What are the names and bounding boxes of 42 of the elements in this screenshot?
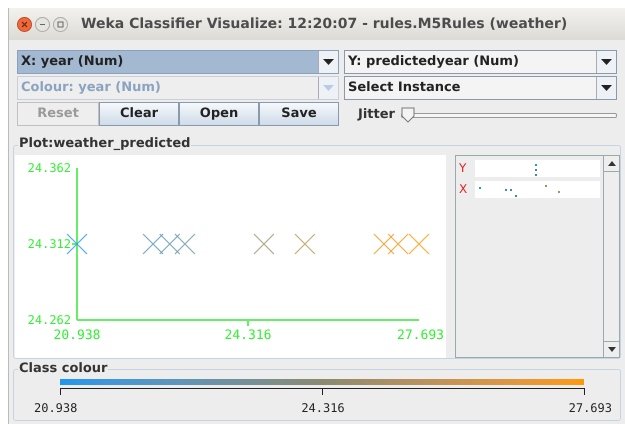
scrollbar[interactable] bbox=[603, 156, 619, 357]
toolbar-button[interactable]: Save bbox=[259, 102, 339, 126]
y-tick-label: 24.312 bbox=[28, 237, 71, 251]
scale-label: 20.938 bbox=[34, 400, 78, 417]
cross-marker bbox=[253, 233, 275, 255]
toolbar-button[interactable]: Open bbox=[179, 102, 259, 126]
x-tick-label: 24.316 bbox=[224, 328, 272, 343]
cross-marker bbox=[174, 233, 196, 255]
minimize-icon[interactable] bbox=[35, 16, 50, 32]
x-tick-label: 20.938 bbox=[54, 328, 100, 343]
dropdown[interactable]: Select Instance bbox=[344, 76, 617, 100]
cross-marker bbox=[387, 233, 409, 255]
attribute-label: Y bbox=[459, 160, 468, 177]
window-title: Weka Classifier Visualize: 12:20:07 - rules.M5Rules (weather) bbox=[81, 14, 568, 34]
jitter-label: Jitter bbox=[358, 106, 395, 124]
x-tick-label: 27.693 bbox=[397, 328, 444, 343]
scale-label: 24.316 bbox=[301, 400, 345, 417]
cross-marker bbox=[159, 233, 180, 255]
dropdown[interactable]: Y: predictedyear (Num) bbox=[344, 50, 617, 74]
close-icon[interactable] bbox=[17, 16, 32, 32]
dot-strip-drawing[interactable] bbox=[475, 160, 600, 176]
dot-strip-drawing[interactable] bbox=[475, 180, 600, 198]
y-tick-label: 24.262 bbox=[28, 313, 71, 327]
caret-icon bbox=[601, 85, 612, 91]
toolbar-button[interactable]: Clear bbox=[99, 102, 179, 126]
cross-marker bbox=[142, 233, 164, 255]
cross-marker bbox=[408, 233, 430, 255]
group-title: Plot:weather_predicted bbox=[18, 137, 192, 150]
dropdown[interactable]: X: year (Num) bbox=[17, 50, 339, 74]
attribute-label: X bbox=[459, 181, 468, 198]
jitter-slider[interactable] bbox=[400, 107, 617, 123]
scale-label: 27.693 bbox=[568, 400, 612, 417]
group-title: Class colour bbox=[18, 362, 108, 375]
caret-icon bbox=[601, 59, 612, 65]
cross-marker bbox=[373, 233, 395, 255]
tick-mark bbox=[72, 243, 77, 245]
slider-thumb[interactable] bbox=[400, 107, 415, 123]
caret-icon bbox=[323, 85, 334, 91]
cross-marker bbox=[294, 233, 316, 255]
caret-icon bbox=[323, 59, 334, 65]
y-tick-label: 24.362 bbox=[28, 161, 71, 175]
maximize-icon[interactable] bbox=[53, 16, 68, 32]
